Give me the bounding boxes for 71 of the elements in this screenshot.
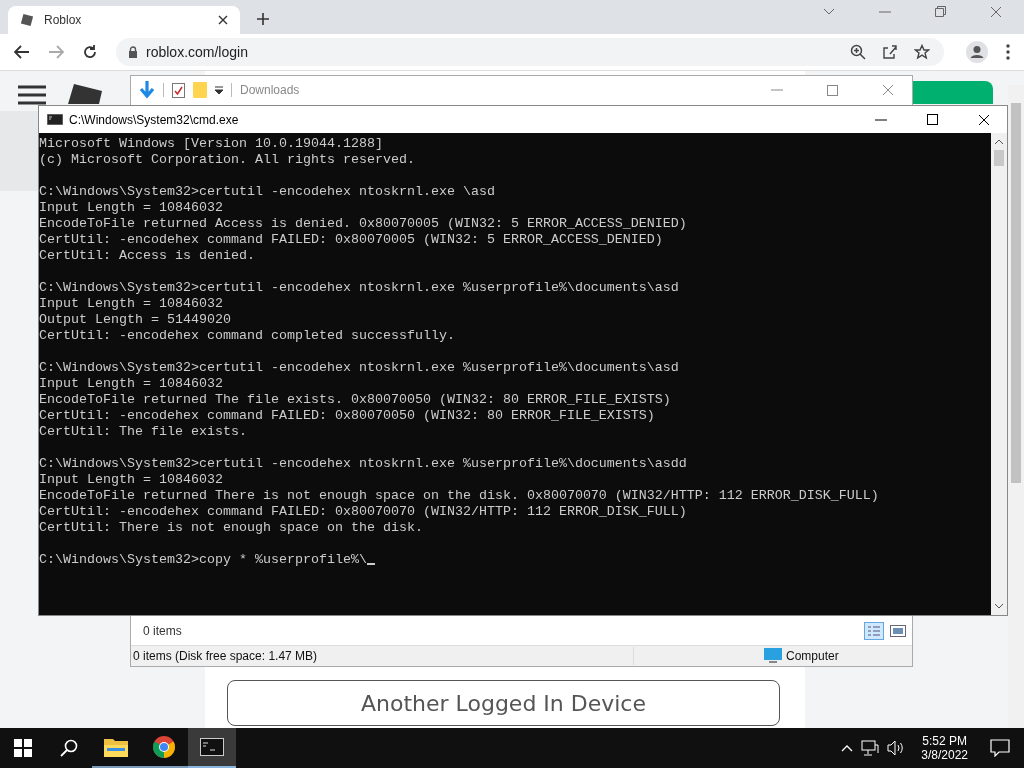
chevron-up-icon[interactable]: [841, 744, 854, 752]
close-icon[interactable]: [978, 113, 990, 126]
scroll-thumb[interactable]: [994, 150, 1004, 166]
chrome-icon: [152, 735, 176, 759]
scroll-up-icon[interactable]: [995, 139, 1003, 144]
new-tab-icon[interactable]: [256, 12, 270, 26]
console-line: EncodeToFile returned Access is denied. 0x80070005 (WIN32: 5 ERROR_ACCESS_DENIED): [39, 216, 687, 232]
menu-icon[interactable]: [18, 85, 46, 105]
console-line: CertUtil: Access is denied.: [39, 248, 255, 264]
console-line: Output Length = 51449020: [39, 312, 231, 328]
back-icon[interactable]: [14, 45, 30, 59]
console-line: Microsoft Windows [Version 10.0.19044.1288]: [39, 136, 383, 152]
notification-icon[interactable]: [990, 739, 1010, 757]
properties-icon[interactable]: [172, 82, 185, 98]
console-line: C:\Windows\System32>certutil -encodehex ntoskrnl.exe \asd: [39, 184, 495, 200]
console-line: C:\Windows\System32>copy * %userprofile%\: [39, 552, 367, 568]
star-icon[interactable]: [914, 44, 930, 60]
close-icon[interactable]: [218, 15, 228, 25]
console-line: (c) Microsoft Corporation. All rights reserved.: [39, 152, 415, 168]
scrollbar[interactable]: [991, 133, 1007, 615]
clock-date[interactable]: 3/8/2022: [921, 748, 968, 762]
scroll-down-icon[interactable]: [995, 604, 1003, 609]
volume-icon[interactable]: [887, 740, 906, 756]
console-line: Input Length = 10846032: [39, 376, 223, 392]
window-title: C:\Windows\System32\cmd.exe: [69, 112, 239, 127]
reload-icon[interactable]: [82, 44, 98, 60]
console-line: CertUtil: -encodehex command FAILED: 0x80070005 (WIN32: 5 ERROR_ACCESS_DENIED): [39, 232, 663, 248]
computer-icon: [764, 648, 782, 664]
item-count: 0 items: [143, 624, 182, 638]
logo-icon: [20, 13, 34, 27]
folder-icon: [104, 737, 128, 757]
taskbar-app[interactable]: [188, 728, 236, 768]
zoom-icon[interactable]: [850, 44, 866, 60]
location-text: Computer: [786, 649, 839, 663]
maximize-icon[interactable]: [927, 114, 938, 125]
console-line: C:\Windows\System32>certutil -encodehex ntoskrnl.exe %userprofile%\documents\asd: [39, 280, 679, 296]
console-line: CertUtil: The file exists.: [39, 424, 247, 440]
share-icon[interactable]: [882, 44, 898, 60]
device-button[interactable]: Another Logged In Device: [227, 680, 780, 726]
download-icon[interactable]: [139, 81, 155, 99]
console-line: CertUtil: -encodehex command FAILED: 0x80070070 (WIN32/HTTP: 112 ERROR_DISK_FULL): [39, 504, 687, 520]
console-line: CertUtil: There is not enough space on the disk.: [39, 520, 423, 536]
console-line: CertUtil: -encodehex command completed successfully.: [39, 328, 455, 344]
console-icon: [200, 738, 224, 756]
console-line: EncodeToFile returned There is not enough space on the disk. 0x80070070 (WIN32/HTTP: 112 ERROR_DISK_FULL): [39, 488, 879, 504]
browser-tab[interactable]: Roblox: [8, 6, 240, 34]
preview-view-icon[interactable]: [890, 625, 906, 637]
lock-icon: [128, 46, 138, 58]
clock-time[interactable]: 5:52 PM: [922, 734, 967, 748]
menu-icon[interactable]: [1006, 44, 1010, 60]
start-icon[interactable]: [14, 739, 32, 757]
profile-icon[interactable]: [966, 41, 988, 63]
console-line: Input Length = 10846032: [39, 296, 223, 312]
console-line: CertUtil: -encodehex command FAILED: 0x80070050 (WIN32: 80 ERROR_FILE_EXISTS): [39, 408, 655, 424]
status-text: 0 items (Disk free space: 1.47 MB): [132, 649, 319, 663]
chevron-icon[interactable]: [823, 7, 835, 16]
console-icon: [47, 114, 63, 125]
console-line: C:\Windows\System32>certutil -encodehex ntoskrnl.exe %userprofile%\documents\asd: [39, 360, 679, 376]
console-line: EncodeToFile returned The file exists. 0x80070050 (WIN32: 80 ERROR_FILE_EXISTS): [39, 392, 671, 408]
restore-icon[interactable]: [935, 6, 946, 17]
minimize-icon[interactable]: [875, 118, 887, 121]
console-line: Input Length = 10846032: [39, 200, 223, 216]
window-title: Downloads: [240, 83, 300, 97]
search-icon[interactable]: [60, 739, 78, 757]
dropdown-icon[interactable]: [215, 86, 223, 94]
console-line: Input Length = 10846032: [39, 472, 223, 488]
scrollbar[interactable]: [1008, 85, 1024, 728]
address-bar[interactable]: roblox.com/login: [116, 38, 944, 66]
console-line: C:\Windows\System32>certutil -encodehex ntoskrnl.exe %userprofile%\documents\asdd: [39, 456, 687, 472]
network-icon[interactable]: [861, 740, 880, 756]
text-cursor: [366, 563, 375, 565]
